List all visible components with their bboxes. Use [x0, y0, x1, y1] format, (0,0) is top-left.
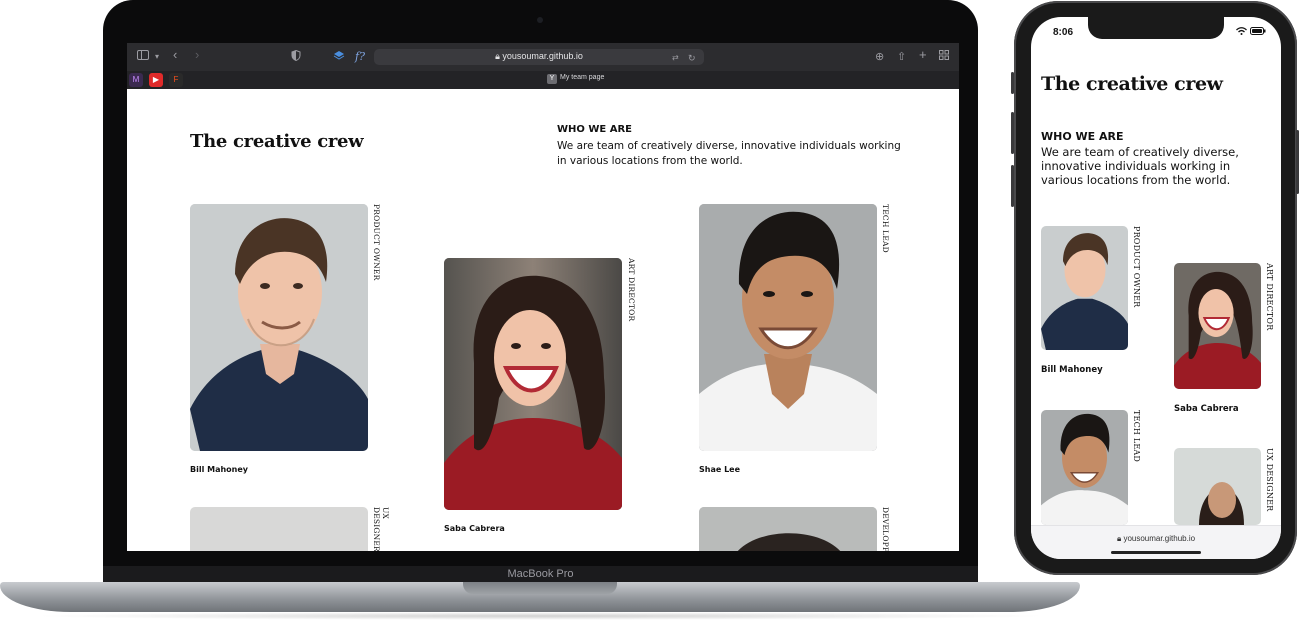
phone-volume-down	[1011, 165, 1014, 207]
page-title: The creative crew	[1041, 73, 1223, 95]
member-name-shae: Shae Lee	[699, 465, 741, 474]
share-icon[interactable]: ⇧	[897, 50, 906, 64]
address-bar[interactable]: 🔒︎ yousoumar.github.io ↻ ⇄	[374, 49, 704, 65]
member-role-ux: UX DESIGNER	[372, 507, 390, 551]
member-role-ux: UX DESIGNER	[1265, 448, 1274, 512]
who-heading: WHO WE ARE	[1041, 130, 1124, 143]
member-role-shae: TECH LEAD	[1132, 410, 1141, 462]
back-icon[interactable]: ‹	[173, 48, 177, 62]
sidebar-toggle-icon[interactable]	[137, 50, 151, 65]
phone-url: yousoumar.github.io	[1123, 534, 1196, 543]
who-description: We are team of creatively diverse, innov…	[1041, 145, 1239, 187]
forward-icon[interactable]: ›	[195, 48, 199, 62]
lock-icon: 🔒︎	[495, 51, 500, 61]
phone-notch	[1088, 17, 1224, 39]
address-url: yousoumar.github.io	[502, 51, 583, 61]
phone-mute-switch	[1011, 72, 1014, 94]
member-role-saba: ART DIRECTOR	[1265, 263, 1274, 331]
member-name-bill: Bill Mahoney	[1041, 365, 1103, 375]
member-name-saba: Saba Cabrera	[1174, 404, 1239, 414]
member-photo-saba	[444, 258, 622, 510]
phone-address-bar[interactable]: 🔒︎ yousoumar.github.io	[1031, 525, 1281, 559]
phone-screen: 8:06 The creative crew WHO WE ARE We are…	[1031, 17, 1281, 559]
member-photo-ux	[1174, 448, 1261, 525]
member-role-bill: PRODUCT OWNER	[372, 204, 381, 281]
status-icons	[1236, 27, 1266, 37]
member-name-bill: Bill Mahoney	[190, 465, 248, 474]
tab-title: My team page	[560, 74, 605, 81]
translate-icon[interactable]: ⇄	[672, 51, 679, 65]
member-role-shae: TECH LEAD	[881, 204, 890, 253]
member-role-dev: DEVELOPPER	[881, 507, 890, 551]
chevron-down-icon[interactable]: ▾	[155, 50, 159, 64]
phone-volume-up	[1011, 112, 1014, 154]
member-photo-bill	[1041, 226, 1128, 350]
tab-overview-icon[interactable]	[939, 50, 949, 64]
tab-favicon: Y	[547, 74, 557, 84]
camera-icon	[537, 17, 543, 23]
who-description: We are team of creatively diverse, innov…	[557, 140, 901, 167]
battery-icon	[1249, 27, 1266, 37]
member-role-saba: ART DIRECTOR	[627, 258, 636, 322]
member-photo-shae	[1041, 410, 1128, 525]
font-extension-icon[interactable]: f?	[355, 50, 365, 64]
download-icon[interactable]: ⊕	[875, 50, 884, 64]
member-photo-shae	[699, 204, 877, 451]
layers-extension-icon[interactable]	[333, 50, 345, 65]
member-name-saba: Saba Cabrera	[444, 524, 505, 533]
pinned-tab-m[interactable]: M	[129, 73, 143, 87]
shield-icon[interactable]	[291, 49, 301, 65]
laptop-shadow	[30, 612, 1050, 620]
pinned-tab-figma[interactable]: F	[169, 73, 183, 87]
home-indicator[interactable]	[1111, 551, 1201, 554]
laptop-model-label: MacBook Pro	[507, 568, 574, 580]
member-photo-saba	[1174, 263, 1261, 389]
member-role-bill: PRODUCT OWNER	[1132, 226, 1141, 308]
new-tab-icon[interactable]: +	[919, 48, 927, 62]
member-photo-bill	[190, 204, 368, 451]
browser-toolbar: ▾ ‹ › f? 🔒︎ yousoumar.github.io ↻ ⇄ ⊕ ⇧ …	[127, 43, 959, 71]
laptop-base-notch	[463, 582, 617, 594]
tab-bar: M ▶ F Y My team page	[127, 71, 959, 90]
team-page: The creative crew WHO WE ARE We are team…	[127, 89, 959, 551]
member-photo-dev	[699, 507, 877, 551]
member-photo-ux	[190, 507, 368, 551]
status-time: 8:06	[1053, 27, 1074, 38]
pinned-tab-youtube[interactable]: ▶	[149, 73, 163, 87]
page-title: The creative crew	[190, 131, 364, 152]
wifi-icon	[1236, 27, 1250, 37]
who-heading: WHO WE ARE	[557, 124, 632, 135]
laptop-screen: ▾ ‹ › f? 🔒︎ yousoumar.github.io ↻ ⇄ ⊕ ⇧ …	[127, 43, 959, 551]
lock-icon: 🔒︎	[1116, 534, 1122, 543]
phone-power-button	[1296, 130, 1299, 194]
reload-icon[interactable]: ↻	[688, 51, 696, 65]
